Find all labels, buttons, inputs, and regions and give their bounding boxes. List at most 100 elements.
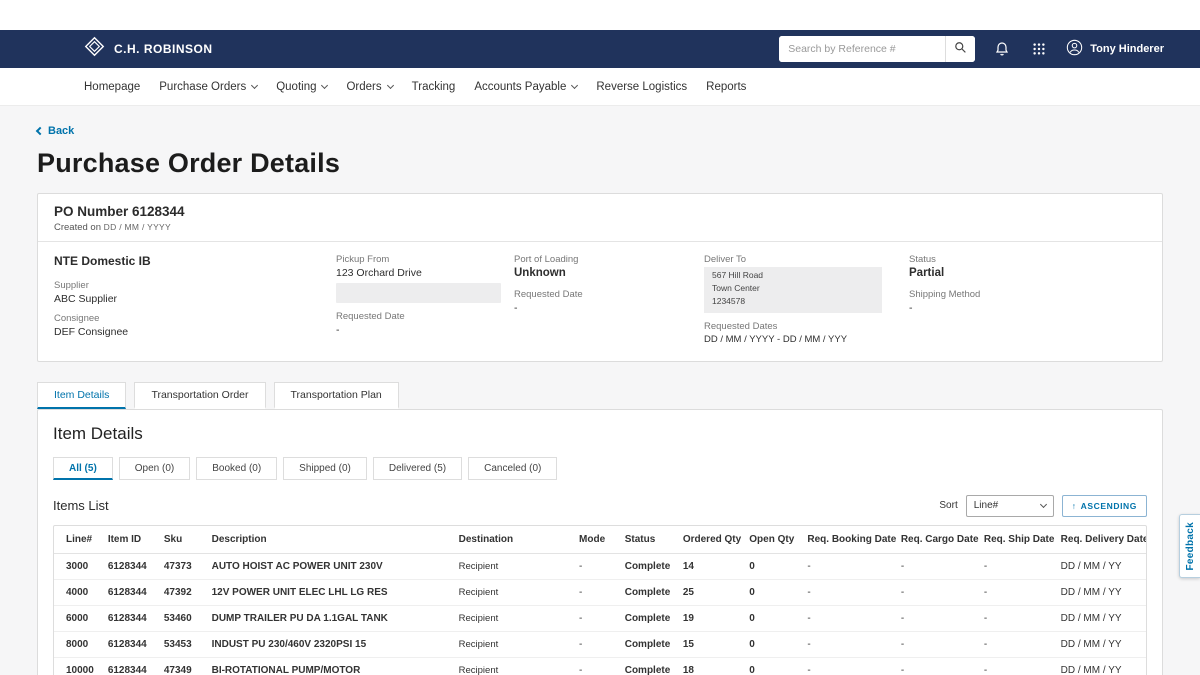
nav-item-reports[interactable]: Reports [706,81,746,93]
table-cell: 53453 [160,631,208,657]
status-filter-tabs: All (5) Open (0) Booked (0) Shipped (0) Deli… [53,457,1147,480]
table-cell: 14 [679,553,745,579]
back-link[interactable]: Back [37,125,74,137]
shipping-method-value: - [909,302,1146,314]
supplier-value: ABC Supplier [54,293,336,305]
table-cell: 0 [745,631,803,657]
brand[interactable]: C.H. ROBINSON [84,36,213,62]
tab-item-details[interactable]: Item Details [37,382,126,409]
table-cell: 6128344 [104,553,160,579]
pickup-requested-value: - [336,324,514,336]
table-row: 400061283444739212V POWER UNIT ELEC LHL … [54,579,1146,605]
sort-select-value: Line# [974,500,998,511]
content-area: Back Purchase Order Details PO Number 61… [0,106,1200,675]
top-header: C.H. ROBINSON [0,30,1200,68]
table-cell: 6128344 [104,605,160,631]
port-label: Port of Loading [514,254,704,265]
feedback-label: Feedback [1185,522,1196,571]
filter-tab-open-0[interactable]: Open (0) [119,457,190,480]
chevron-down-icon [387,81,394,88]
table-cell: 0 [745,605,803,631]
table-cell: 6128344 [104,631,160,657]
po-col-parties: NTE Domestic IB Supplier ABC Supplier Co… [54,254,336,345]
search-input[interactable] [779,36,945,62]
table-cell: DD / MM / YY [1057,605,1146,631]
nav-item-homepage[interactable]: Homepage [84,81,140,93]
filter-tab-shipped-0[interactable]: Shipped (0) [283,457,367,480]
main-nav: Homepage Purchase Orders Quoting Orders Trac… [0,68,1200,106]
chevron-down-icon [571,81,578,88]
tab-transportation-order[interactable]: Transportation Order [134,382,265,409]
apps-grid-icon[interactable] [1029,39,1049,59]
table-row: 6000612834453460DUMP TRAILER PU DA 1.1GA… [54,605,1146,631]
table-cell: - [980,605,1057,631]
table-cell: 47349 [160,657,208,675]
deliver-requested-value: DD / MM / YYYY - DD / MM / YYY [704,334,909,345]
page-title: Purchase Order Details [37,148,1163,179]
filter-tab-delivered-5[interactable]: Delivered (5) [373,457,462,480]
po-summary-card: PO Number 6128344 Created on DD / MM / Y… [37,193,1163,362]
notifications-bell-icon[interactable] [992,39,1012,59]
feedback-tab[interactable]: Feedback [1179,514,1200,578]
search-button[interactable] [945,36,975,62]
table-cell: Complete [621,631,679,657]
topbar-right: Tony Hinderer [779,36,1164,62]
port-value: Unknown [514,267,704,279]
table-cell: 12V POWER UNIT ELEC LHL LG RES [208,579,455,605]
nav-item-quoting[interactable]: Quoting [276,81,327,93]
filter-tab-booked-0[interactable]: Booked (0) [196,457,277,480]
table-cell: - [575,631,621,657]
table-cell: - [897,579,980,605]
table-cell: - [575,579,621,605]
nte-label: NTE Domestic IB [54,254,336,268]
port-requested-value: - [514,302,704,314]
tab-transportation-plan[interactable]: Transportation Plan [274,382,399,409]
po-created: Created on DD / MM / YYYY [54,222,1146,233]
column-header-description: Description [208,526,455,554]
sort-select[interactable]: Line# [966,495,1054,517]
table-cell: AUTO HOIST AC POWER UNIT 230V [208,553,455,579]
arrow-up-icon: ↑ [1072,501,1077,511]
column-header-open-qty: Open Qty [745,526,803,554]
table-cell: 10000 [54,657,104,675]
filter-tab-all-5[interactable]: All (5) [53,457,113,480]
table-cell: 15 [679,631,745,657]
items-list-label: Items List [53,498,109,513]
items-table-container: Line#Item IDSkuDescriptionDestinationMod… [53,525,1147,675]
nav-item-reverse-logistics[interactable]: Reverse Logistics [596,81,687,93]
po-col-pickup: Pickup From 123 Orchard Drive Requested … [336,254,514,345]
nav-item-purchase-orders[interactable]: Purchase Orders [159,81,257,93]
ascending-button[interactable]: ↑ ASCENDING [1062,495,1147,517]
po-card-header: PO Number 6128344 Created on DD / MM / Y… [38,194,1162,242]
column-header-req-booking-date: Req. Booking Date [803,526,896,554]
back-label: Back [48,125,74,137]
created-value: DD / MM / YYYY [104,222,171,232]
nav-item-label: Orders [346,81,381,93]
po-col-port: Port of Loading Unknown Requested Date - [514,254,704,345]
search-box [779,36,975,62]
user-menu[interactable]: Tony Hinderer [1066,39,1164,59]
consignee-value: DEF Consignee [54,326,336,338]
items-table: Line#Item IDSkuDescriptionDestinationMod… [54,526,1146,675]
user-avatar-icon [1066,39,1083,59]
items-table-head: Line#Item IDSkuDescriptionDestinationMod… [54,526,1146,554]
table-cell: - [803,657,896,675]
sort-controls: Sort Line# ↑ ASCENDING [939,495,1147,517]
table-cell: - [897,605,980,631]
nav-item-tracking[interactable]: Tracking [412,81,456,93]
pickup-label: Pickup From [336,254,514,265]
table-cell: - [803,579,896,605]
table-cell: 6000 [54,605,104,631]
nav-item-orders[interactable]: Orders [346,81,392,93]
table-cell: - [803,631,896,657]
items-table-body: 3000612834447373AUTO HOIST AC POWER UNIT… [54,553,1146,675]
po-col-status: Status Partial Shipping Method - [909,254,1146,345]
nav-item-accounts-payable[interactable]: Accounts Payable [474,81,577,93]
page: C.H. ROBINSON [0,0,1200,675]
filter-tab-canceled-0[interactable]: Canceled (0) [468,457,557,480]
column-header-req-cargo-date: Req. Cargo Date [897,526,980,554]
table-cell: - [803,553,896,579]
table-cell: - [575,657,621,675]
table-cell: - [575,605,621,631]
table-cell: Recipient [455,631,575,657]
